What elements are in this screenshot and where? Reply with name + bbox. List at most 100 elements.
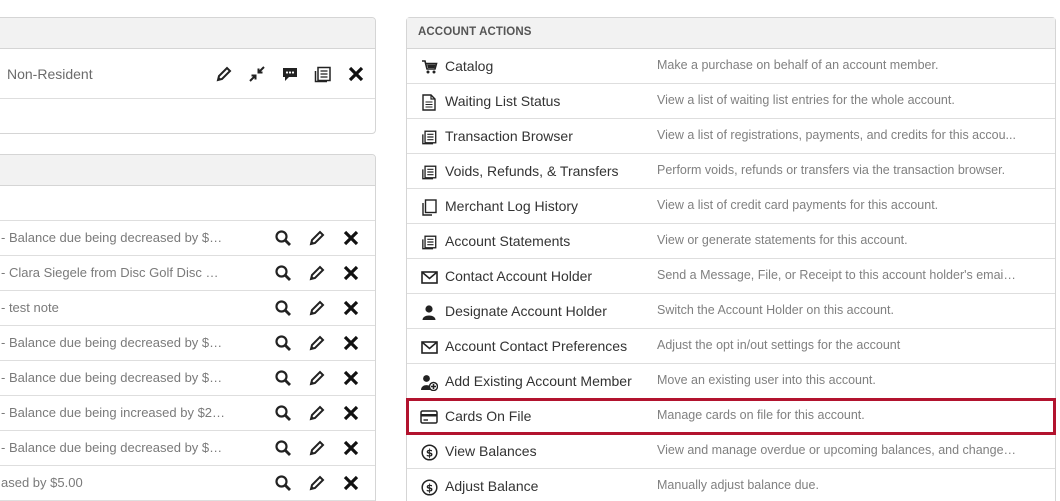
note-row: - Balance due being decreased by $10.00 xyxy=(0,221,375,256)
pencil-icon[interactable] xyxy=(213,63,235,85)
notes-subheader xyxy=(0,186,375,221)
action-merchant-log-history[interactable]: Merchant Log History View a list of cred… xyxy=(407,189,1055,224)
action-description: View and manage overdue or upcoming bala… xyxy=(657,443,1017,457)
close-icon[interactable] xyxy=(340,402,362,424)
pencil-icon[interactable] xyxy=(306,297,328,319)
search-icon[interactable] xyxy=(272,227,294,249)
credit-card-icon xyxy=(419,407,439,427)
search-icon[interactable] xyxy=(272,402,294,424)
note-row: - Balance due being increased by $2.00 xyxy=(0,396,375,431)
action-adjust-balance[interactable]: $ Adjust Balance Manually adjust balance… xyxy=(407,469,1055,501)
note-row-actions xyxy=(272,466,362,500)
action-transaction-browser[interactable]: Transaction Browser View a list of regis… xyxy=(407,119,1055,154)
list-icon xyxy=(419,162,439,182)
list-icon[interactable] xyxy=(312,63,334,85)
close-icon[interactable] xyxy=(340,227,362,249)
pencil-icon[interactable] xyxy=(306,472,328,494)
pencil-icon[interactable] xyxy=(306,332,328,354)
dollar-circle-icon: $ xyxy=(419,442,439,462)
search-icon[interactable] xyxy=(272,332,294,354)
note-row: - test note xyxy=(0,291,375,326)
account-actions-list: Catalog Make a purchase on behalf of an … xyxy=(406,49,1056,501)
action-cards-on-file[interactable]: Cards On File Manage cards on file for t… xyxy=(406,398,1056,435)
pencil-icon[interactable] xyxy=(306,402,328,424)
svg-text:$: $ xyxy=(425,447,432,459)
note-row: - Balance due being decreased by $2.00 xyxy=(0,431,375,466)
action-description: Make a purchase on behalf of an account … xyxy=(657,58,939,72)
document-icon xyxy=(419,92,439,112)
close-icon[interactable] xyxy=(340,297,362,319)
search-icon[interactable] xyxy=(272,472,294,494)
comment-icon[interactable] xyxy=(279,63,301,85)
close-icon[interactable] xyxy=(340,332,362,354)
action-designate-account-holder[interactable]: Designate Account Holder Switch the Acco… xyxy=(407,294,1055,329)
pencil-icon[interactable] xyxy=(306,437,328,459)
close-icon[interactable] xyxy=(340,367,362,389)
notes-list: - Balance due being decreased by $10.00 … xyxy=(0,221,375,501)
action-description: Manage cards on file for this account. xyxy=(657,408,865,422)
note-row-actions xyxy=(272,361,362,395)
search-icon[interactable] xyxy=(272,367,294,389)
action-contact-account-holder[interactable]: Contact Account Holder Send a Message, F… xyxy=(407,259,1055,294)
action-description: Switch the Account Holder on this accoun… xyxy=(657,303,894,317)
action-add-existing-account-member[interactable]: Add Existing Account Member Move an exis… xyxy=(407,364,1055,399)
note-row: ased by $5.00 xyxy=(0,466,375,501)
close-icon[interactable] xyxy=(345,63,367,85)
note-text: - Balance due being increased by $2.00 xyxy=(1,405,226,420)
compress-icon[interactable] xyxy=(246,63,268,85)
member-row: Non-Resident xyxy=(0,49,375,99)
member-row-actions xyxy=(213,49,367,98)
note-row-actions xyxy=(272,396,362,430)
action-label[interactable]: Cards On File xyxy=(445,408,531,424)
action-label[interactable]: Account Contact Preferences xyxy=(445,338,627,354)
envelope-icon xyxy=(419,267,439,287)
svg-text:$: $ xyxy=(425,482,432,494)
search-icon[interactable] xyxy=(272,262,294,284)
action-label[interactable]: Account Statements xyxy=(445,233,570,249)
action-catalog[interactable]: Catalog Make a purchase on behalf of an … xyxy=(407,49,1055,84)
action-label[interactable]: Add Existing Account Member xyxy=(445,373,632,389)
action-label[interactable]: Adjust Balance xyxy=(445,478,538,494)
action-description: Move an existing user into this account. xyxy=(657,373,876,387)
action-description: View a list of waiting list entries for … xyxy=(657,93,955,107)
list-icon xyxy=(419,127,439,147)
action-label[interactable]: Voids, Refunds, & Transfers xyxy=(445,163,619,179)
action-view-balances[interactable]: $ View Balances View and manage overdue … xyxy=(407,434,1055,469)
note-text: ased by $5.00 xyxy=(1,475,83,490)
action-label[interactable]: View Balances xyxy=(445,443,537,459)
action-label[interactable]: Merchant Log History xyxy=(445,198,578,214)
pencil-icon[interactable] xyxy=(306,262,328,284)
action-account-contact-preferences[interactable]: Account Contact Preferences Adjust the o… xyxy=(407,329,1055,364)
pencil-icon[interactable] xyxy=(306,227,328,249)
action-label[interactable]: Transaction Browser xyxy=(445,128,573,144)
pencil-icon[interactable] xyxy=(306,367,328,389)
action-waiting-list-status[interactable]: Waiting List Status View a list of waiti… xyxy=(407,84,1055,119)
action-account-statements[interactable]: Account Statements View or generate stat… xyxy=(407,224,1055,259)
search-icon[interactable] xyxy=(272,297,294,319)
note-text: - test note xyxy=(1,300,59,315)
account-actions-header: ACCOUNT ACTIONS xyxy=(407,18,1055,49)
notes-panel: - Balance due being decreased by $10.00 … xyxy=(0,154,376,501)
action-voids-refunds-transfers[interactable]: Voids, Refunds, & Transfers Perform void… xyxy=(407,154,1055,189)
action-label[interactable]: Contact Account Holder xyxy=(445,268,592,284)
copy-icon xyxy=(419,197,439,217)
action-description: View a list of credit card payments for … xyxy=(657,198,939,212)
user-add-icon xyxy=(419,372,439,392)
action-label[interactable]: Catalog xyxy=(445,58,493,74)
dollar-circle-icon: $ xyxy=(419,477,439,497)
action-label[interactable]: Waiting List Status xyxy=(445,93,560,109)
member-type: Non-Resident xyxy=(7,66,93,82)
action-label[interactable]: Designate Account Holder xyxy=(445,303,607,319)
note-row-actions xyxy=(272,221,362,255)
note-text: - Clara Siegele from Disc Golf Disc Golf… xyxy=(1,265,226,280)
close-icon[interactable] xyxy=(340,472,362,494)
action-description: Manually adjust balance due. xyxy=(657,478,819,492)
close-icon[interactable] xyxy=(340,262,362,284)
search-icon[interactable] xyxy=(272,437,294,459)
note-row-actions xyxy=(272,256,362,290)
note-row-actions xyxy=(272,291,362,325)
note-row: - Clara Siegele from Disc Golf Disc Golf… xyxy=(0,256,375,291)
action-description: View or generate statements for this acc… xyxy=(657,233,908,247)
close-icon[interactable] xyxy=(340,437,362,459)
note-text: - Balance due being decreased by $10.00 xyxy=(1,335,226,350)
